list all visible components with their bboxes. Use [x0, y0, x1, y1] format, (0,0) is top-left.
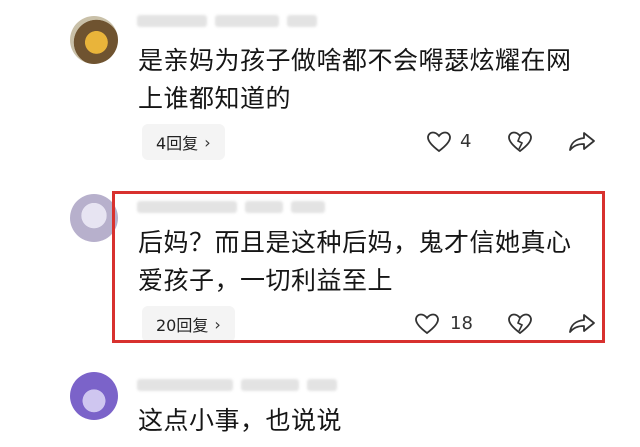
comment-text: 后妈？而且是这种后妈，鬼才信她真心 爱孩子，一切利益至上 — [138, 224, 572, 300]
comment-text: 是亲妈为孩子做啥都不会嘚瑟炫耀在网 上谁都知道的 — [138, 42, 572, 118]
reply-button[interactable]: 20回复 › — [142, 306, 235, 342]
reply-button-label: 20回复 — [156, 316, 209, 335]
reply-button[interactable]: 4回复 › — [142, 124, 225, 160]
avatar[interactable] — [70, 194, 118, 242]
comment-meta — [137, 378, 337, 392]
chevron-right-icon: › — [214, 314, 221, 334]
comment-meta — [137, 14, 317, 28]
comment-text-line: 这点小事，也说说 — [138, 406, 343, 435]
reply-button-label: 4回复 — [156, 134, 199, 153]
comment-meta — [137, 200, 325, 214]
heart-outline-icon[interactable] — [426, 130, 452, 154]
comment-text-line: 上谁都知道的 — [138, 84, 292, 113]
share-arrow-icon[interactable] — [568, 130, 596, 154]
like-count: 4 — [460, 131, 472, 152]
broken-heart-icon[interactable] — [507, 312, 533, 336]
comment-text-line: 爱孩子，一切利益至上 — [138, 266, 394, 295]
heart-outline-icon[interactable] — [414, 312, 440, 336]
chevron-right-icon: › — [204, 132, 211, 152]
comment-text: 这点小事，也说说 — [138, 402, 342, 440]
broken-heart-icon[interactable] — [507, 130, 533, 154]
comment-text-line: 是亲妈为孩子做啥都不会嘚瑟炫耀在网 — [138, 46, 572, 75]
comment-text-line: 后妈？而且是这种后妈，鬼才信她真心 — [138, 228, 572, 257]
share-arrow-icon[interactable] — [568, 312, 596, 336]
like-count: 18 — [450, 313, 473, 334]
avatar[interactable] — [70, 16, 118, 64]
avatar[interactable] — [70, 372, 118, 420]
